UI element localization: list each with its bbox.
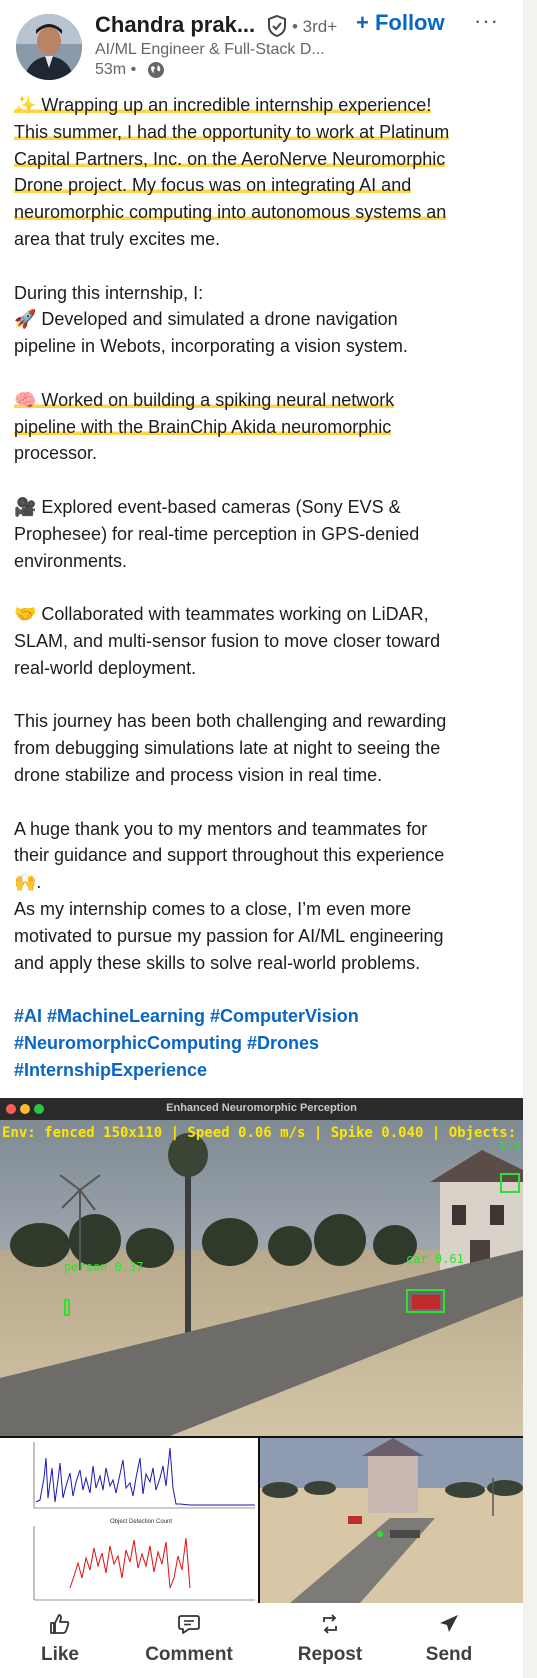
comment-icon bbox=[178, 1615, 200, 1634]
post-line: motivated to pursue my passion for AI/ML… bbox=[14, 925, 444, 946]
post-line: real-world deployment. bbox=[14, 657, 197, 678]
post-line: their guidance and support throughout th… bbox=[14, 845, 445, 866]
detection-label-person: person 0.37 bbox=[64, 1260, 144, 1274]
window-title: Enhanced Neuromorphic Perception bbox=[166, 1102, 357, 1114]
post-line: Drone project. My focus was on integrati… bbox=[14, 175, 412, 196]
avatar[interactable] bbox=[16, 14, 82, 80]
post-line: pipeline with the BrainChip Akida neurom… bbox=[14, 416, 392, 437]
comment-label: Comment bbox=[145, 1644, 233, 1665]
hashtag-line[interactable]: #InternshipExperience bbox=[14, 1057, 512, 1084]
send-label: Send bbox=[425, 1644, 473, 1665]
detection-label-clock: clo bbox=[499, 1138, 521, 1152]
post-line: processor. bbox=[14, 443, 98, 464]
window-titlebar: Enhanced Neuromorphic Perception bbox=[0, 1098, 523, 1120]
post-line: environments. bbox=[14, 550, 128, 571]
post-line: from debugging simulations late at night… bbox=[14, 738, 441, 759]
author-headline: AI/ML Engineer & Full-Stack D... bbox=[95, 41, 325, 58]
detection-label-car: car 0.61 bbox=[406, 1252, 464, 1266]
post-line: As my internship comes to a close, I’m e… bbox=[14, 898, 412, 919]
post-line: A huge thank you to my mentors and teamm… bbox=[14, 818, 428, 839]
send-icon bbox=[440, 1615, 458, 1632]
scroll-gutter bbox=[523, 0, 537, 1678]
repost-icon bbox=[323, 1614, 337, 1634]
post-line: Capital Partners, Inc. on the AeroNerve … bbox=[14, 148, 446, 169]
post-line: pipeline in Webots, incorporating a visi… bbox=[14, 336, 408, 357]
overhead-camera-view bbox=[260, 1438, 523, 1603]
thumbs-up-icon bbox=[50, 1614, 70, 1634]
post-image[interactable]: Enhanced Neuromorphic Perception Env: fe… bbox=[0, 1098, 523, 1603]
send-button[interactable]: Send bbox=[406, 1604, 492, 1678]
like-button[interactable]: Like bbox=[18, 1604, 102, 1678]
post-line: 🙌. bbox=[14, 872, 42, 893]
hashtag-line[interactable]: #AI #MachineLearning #ComputerVision bbox=[14, 1003, 512, 1030]
post-body: ✨ Wrapping up an incredible internship e… bbox=[14, 92, 512, 1083]
post-line: 🤝 Collaborated with teammates working on… bbox=[14, 604, 429, 625]
follow-button[interactable]: + Follow bbox=[356, 10, 445, 36]
post-line: This journey has been both challenging a… bbox=[14, 711, 447, 732]
post-line: Prophesee) for real-time perception in G… bbox=[14, 523, 420, 544]
post-line: 🎥 Explored event-based cameras (Sony EVS… bbox=[14, 496, 401, 517]
like-label: Like bbox=[40, 1644, 80, 1665]
post-action-bar: Like Comment Repost Send bbox=[0, 1604, 523, 1678]
hud-status-text: Env: fenced 150x110 | Speed 0.06 m/s | S… bbox=[2, 1125, 517, 1141]
globe-icon bbox=[148, 62, 164, 78]
post-timestamp: 53m • bbox=[95, 61, 137, 78]
repost-label: Repost bbox=[297, 1644, 363, 1665]
post-line: SLAM, and multi-sensor fusion to move cl… bbox=[14, 630, 441, 651]
hashtag-line[interactable]: #NeuromorphicComputing #Drones bbox=[14, 1030, 512, 1057]
post-line: 🚀 Developed and simulated a drone naviga… bbox=[14, 309, 398, 330]
post-line: 🧠 Worked on building a spiking neural ne… bbox=[14, 389, 395, 410]
post-line: and apply these skills to solve real-wor… bbox=[14, 952, 421, 973]
post-line: drone stabilize and process vision in re… bbox=[14, 764, 383, 785]
post-line: This summer, I had the opportunity to wo… bbox=[14, 121, 450, 142]
post-header: Chandra prak... • 3rd+ + Follow ··· AI/M… bbox=[0, 0, 523, 90]
connection-degree: • 3rd+ bbox=[292, 17, 338, 36]
post-line: ✨ Wrapping up an incredible internship e… bbox=[14, 95, 432, 115]
comment-button[interactable]: Comment bbox=[134, 1604, 244, 1678]
post-line: neuromorphic computing into autonomous s… bbox=[14, 202, 447, 223]
plot-title-detection-count: Object Detection Count bbox=[110, 1519, 173, 1525]
post-card: Chandra prak... • 3rd+ + Follow ··· AI/M… bbox=[0, 0, 523, 1678]
repost-button[interactable]: Repost bbox=[282, 1604, 378, 1678]
post-line: During this internship, I: bbox=[14, 282, 204, 303]
more-options-icon[interactable]: ··· bbox=[474, 8, 499, 34]
post-line: area that truly excites me. bbox=[14, 228, 221, 249]
verified-shield-icon bbox=[268, 14, 286, 38]
simulation-view bbox=[0, 1120, 523, 1436]
author-name[interactable]: Chandra prak... bbox=[95, 12, 255, 38]
